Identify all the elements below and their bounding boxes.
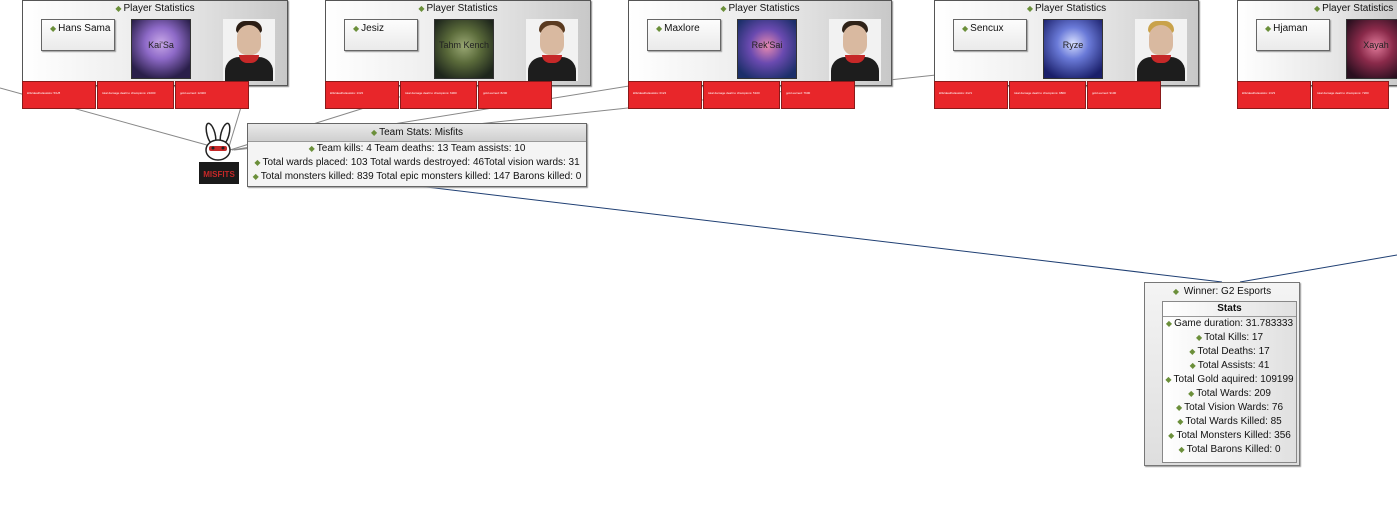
connector-team-to-winner (417, 185, 1223, 283)
diamond-icon: ◆ (656, 24, 663, 33)
diamond-icon: ◆ (1189, 361, 1196, 370)
champion-label: Rek'Sai (751, 40, 783, 50)
player-card-title: Player Statistics (1035, 3, 1107, 14)
diamond-icon: ◆ (1165, 375, 1172, 384)
player-name: Hjaman (1273, 23, 1308, 34)
winner-stat-item: ◆ Game duration: 31.783333 (1165, 318, 1294, 329)
diamond-icon: ◆ (115, 4, 122, 13)
diamond-icon: ◆ (1265, 24, 1272, 33)
stat-cell[interactable]: total damage dealt to champions: 5100 (703, 81, 780, 109)
winner-stats-title: Stats (1163, 302, 1296, 317)
player-card-title: Player Statistics (728, 3, 800, 14)
player-card-title: Player Statistics (123, 3, 195, 14)
winner-stat-item: ◆ Total Vision Wards: 76 (1175, 402, 1284, 413)
player-photo (829, 19, 881, 81)
player-card-title: Player Statistics (1322, 3, 1394, 14)
diamond-icon: ◆ (1172, 287, 1180, 296)
champion-portrait: Xayah (1346, 19, 1397, 79)
player-card-5[interactable]: ◆ Player Statistics ◆ Hjaman Xayah (1237, 0, 1397, 86)
diamond-icon: ◆ (252, 172, 259, 181)
diamond-icon: ◆ (308, 144, 315, 153)
diamond-icon: ◆ (1026, 4, 1033, 13)
diamond-icon: ◆ (353, 24, 360, 33)
champion-label: Tahm Kench (438, 40, 490, 50)
diamond-icon: ◆ (418, 4, 425, 13)
diamond-icon: ◆ (1165, 319, 1173, 328)
player-card-2[interactable]: ◆ Player Statistics ◆ Jesiz Tahm Kench (325, 0, 591, 86)
winner-stat-item: ◆ Total Wards Killed: 85 (1177, 416, 1282, 427)
stat-cell[interactable]: total damage dealt to champions: 21000 (97, 81, 174, 109)
misfits-logo-text: MISFITS (203, 170, 235, 179)
player-card-4[interactable]: ◆ Player Statistics ◆ Sencux Ryze (934, 0, 1199, 86)
champion-label: Xayah (1363, 40, 1389, 50)
diamond-icon: ◆ (962, 24, 969, 33)
diamond-icon: ◆ (1177, 417, 1184, 426)
team-stats-line-2: Total wards placed: 103 Total wards dest… (262, 157, 580, 168)
stat-cell[interactable]: kills/deaths/assists: 1/3/3 (1237, 81, 1311, 109)
winner-stat-item: ◆ Total Barons Killed: 0 (1178, 444, 1281, 455)
team-stats-header: Team Stats: Misfits (379, 127, 464, 138)
stat-cell[interactable]: gold earned: 9100 (1087, 81, 1161, 109)
diamond-icon: ◆ (254, 158, 261, 167)
champion-portrait: Ryze (1043, 19, 1103, 79)
stat-cell[interactable]: total damage dealt to champions: 9800 (1009, 81, 1086, 109)
player-photo (1135, 19, 1187, 81)
winner-stat-item: ◆ Total Wards: 209 (1188, 388, 1271, 399)
diamond-icon: ◆ (1175, 403, 1183, 412)
connector-winner-right (1239, 254, 1397, 283)
diamond-icon: ◆ (720, 4, 727, 13)
player-name-box[interactable]: ◆ Maxlore (647, 19, 721, 51)
diamond-icon: ◆ (1314, 4, 1321, 13)
team-stats-line-1: Team kills: 4 Team deaths: 13 Team assis… (316, 143, 526, 154)
player-name-box[interactable]: ◆ Jesiz (344, 19, 418, 51)
diamond-icon: ◆ (50, 24, 57, 33)
winner-stats-box[interactable]: Stats ◆ Game duration: 31.783333 ◆ Total K… (1162, 301, 1297, 463)
stat-cell[interactable]: kills/deaths/assists: 1/3/2 (325, 81, 399, 109)
player-name-box[interactable]: ◆ Hans Sama (41, 19, 115, 51)
misfits-logo-icon: MISFITS (199, 122, 239, 184)
stat-cell[interactable]: gold earned: 8200 (478, 81, 552, 109)
winner-stat-item: ◆ Total Monsters Killed: 356 (1168, 430, 1291, 441)
winner-stat-item: ◆ Total Gold aquired: 109199 (1165, 374, 1294, 385)
winner-header: Winner: G2 Esports (1183, 286, 1272, 297)
player-name-box[interactable]: ◆ Hjaman (1256, 19, 1330, 51)
diamond-icon: ◆ (1168, 431, 1175, 440)
winner-stat-item: ◆ Total Assists: 41 (1189, 360, 1270, 371)
player-name-box[interactable]: ◆ Sencux (953, 19, 1027, 51)
player-photo (526, 19, 578, 81)
diamond-icon: ◆ (1188, 389, 1195, 398)
champion-label: Kai'Sa (148, 40, 174, 50)
winner-stat-item: ◆ Total Deaths: 17 (1189, 346, 1270, 357)
player-photo (223, 19, 275, 81)
stat-cell[interactable]: kills/deaths/assists: 2/2/1 (934, 81, 1008, 109)
champion-portrait: Rek'Sai (737, 19, 797, 79)
diamond-icon: ◆ (1178, 445, 1185, 454)
team-stats-card[interactable]: ◆ Team Stats: Misfits ◆ Team kills: 4 Team… (247, 123, 587, 187)
player-name: Jesiz (361, 23, 384, 34)
stat-cell[interactable]: gold earned: 7600 (781, 81, 855, 109)
stat-cell[interactable]: total damage dealt to champions: 7200 (1312, 81, 1389, 109)
diamond-icon: ◆ (370, 128, 378, 137)
champion-portrait: Tahm Kench (434, 19, 494, 79)
player-card-title: Player Statistics (426, 3, 498, 14)
stat-cell[interactable]: kills/deaths/assists: 0/4/4 (628, 81, 702, 109)
winner-stat-item: ◆ Total Kills: 17 (1195, 332, 1264, 343)
player-name: Hans Sama (58, 23, 111, 34)
player-name: Maxlore (664, 23, 700, 34)
stat-cell[interactable]: kills/deaths/assists: 5/1/8 (22, 81, 96, 109)
champion-label: Ryze (1062, 40, 1084, 50)
diamond-icon: ◆ (1195, 333, 1203, 342)
player-card-3[interactable]: ◆ Player Statistics ◆ Maxlore Rek'Sai (628, 0, 892, 86)
stat-cell[interactable]: gold earned: 12400 (175, 81, 249, 109)
team-stats-line-3: Total monsters killed: 839 Total epic mo… (260, 171, 582, 182)
diamond-icon: ◆ (1189, 347, 1196, 356)
player-card-1[interactable]: ◆ Player Statistics ◆ Hans Sama Kai'Sa (22, 0, 288, 86)
winner-card[interactable]: ◆ Winner: G2 Esports Stats ◆ Game duratio… (1144, 282, 1300, 466)
stat-cell[interactable]: total damage dealt to champions: 6300 (400, 81, 477, 109)
player-name: Sencux (970, 23, 1004, 34)
champion-portrait: Kai'Sa (131, 19, 191, 79)
